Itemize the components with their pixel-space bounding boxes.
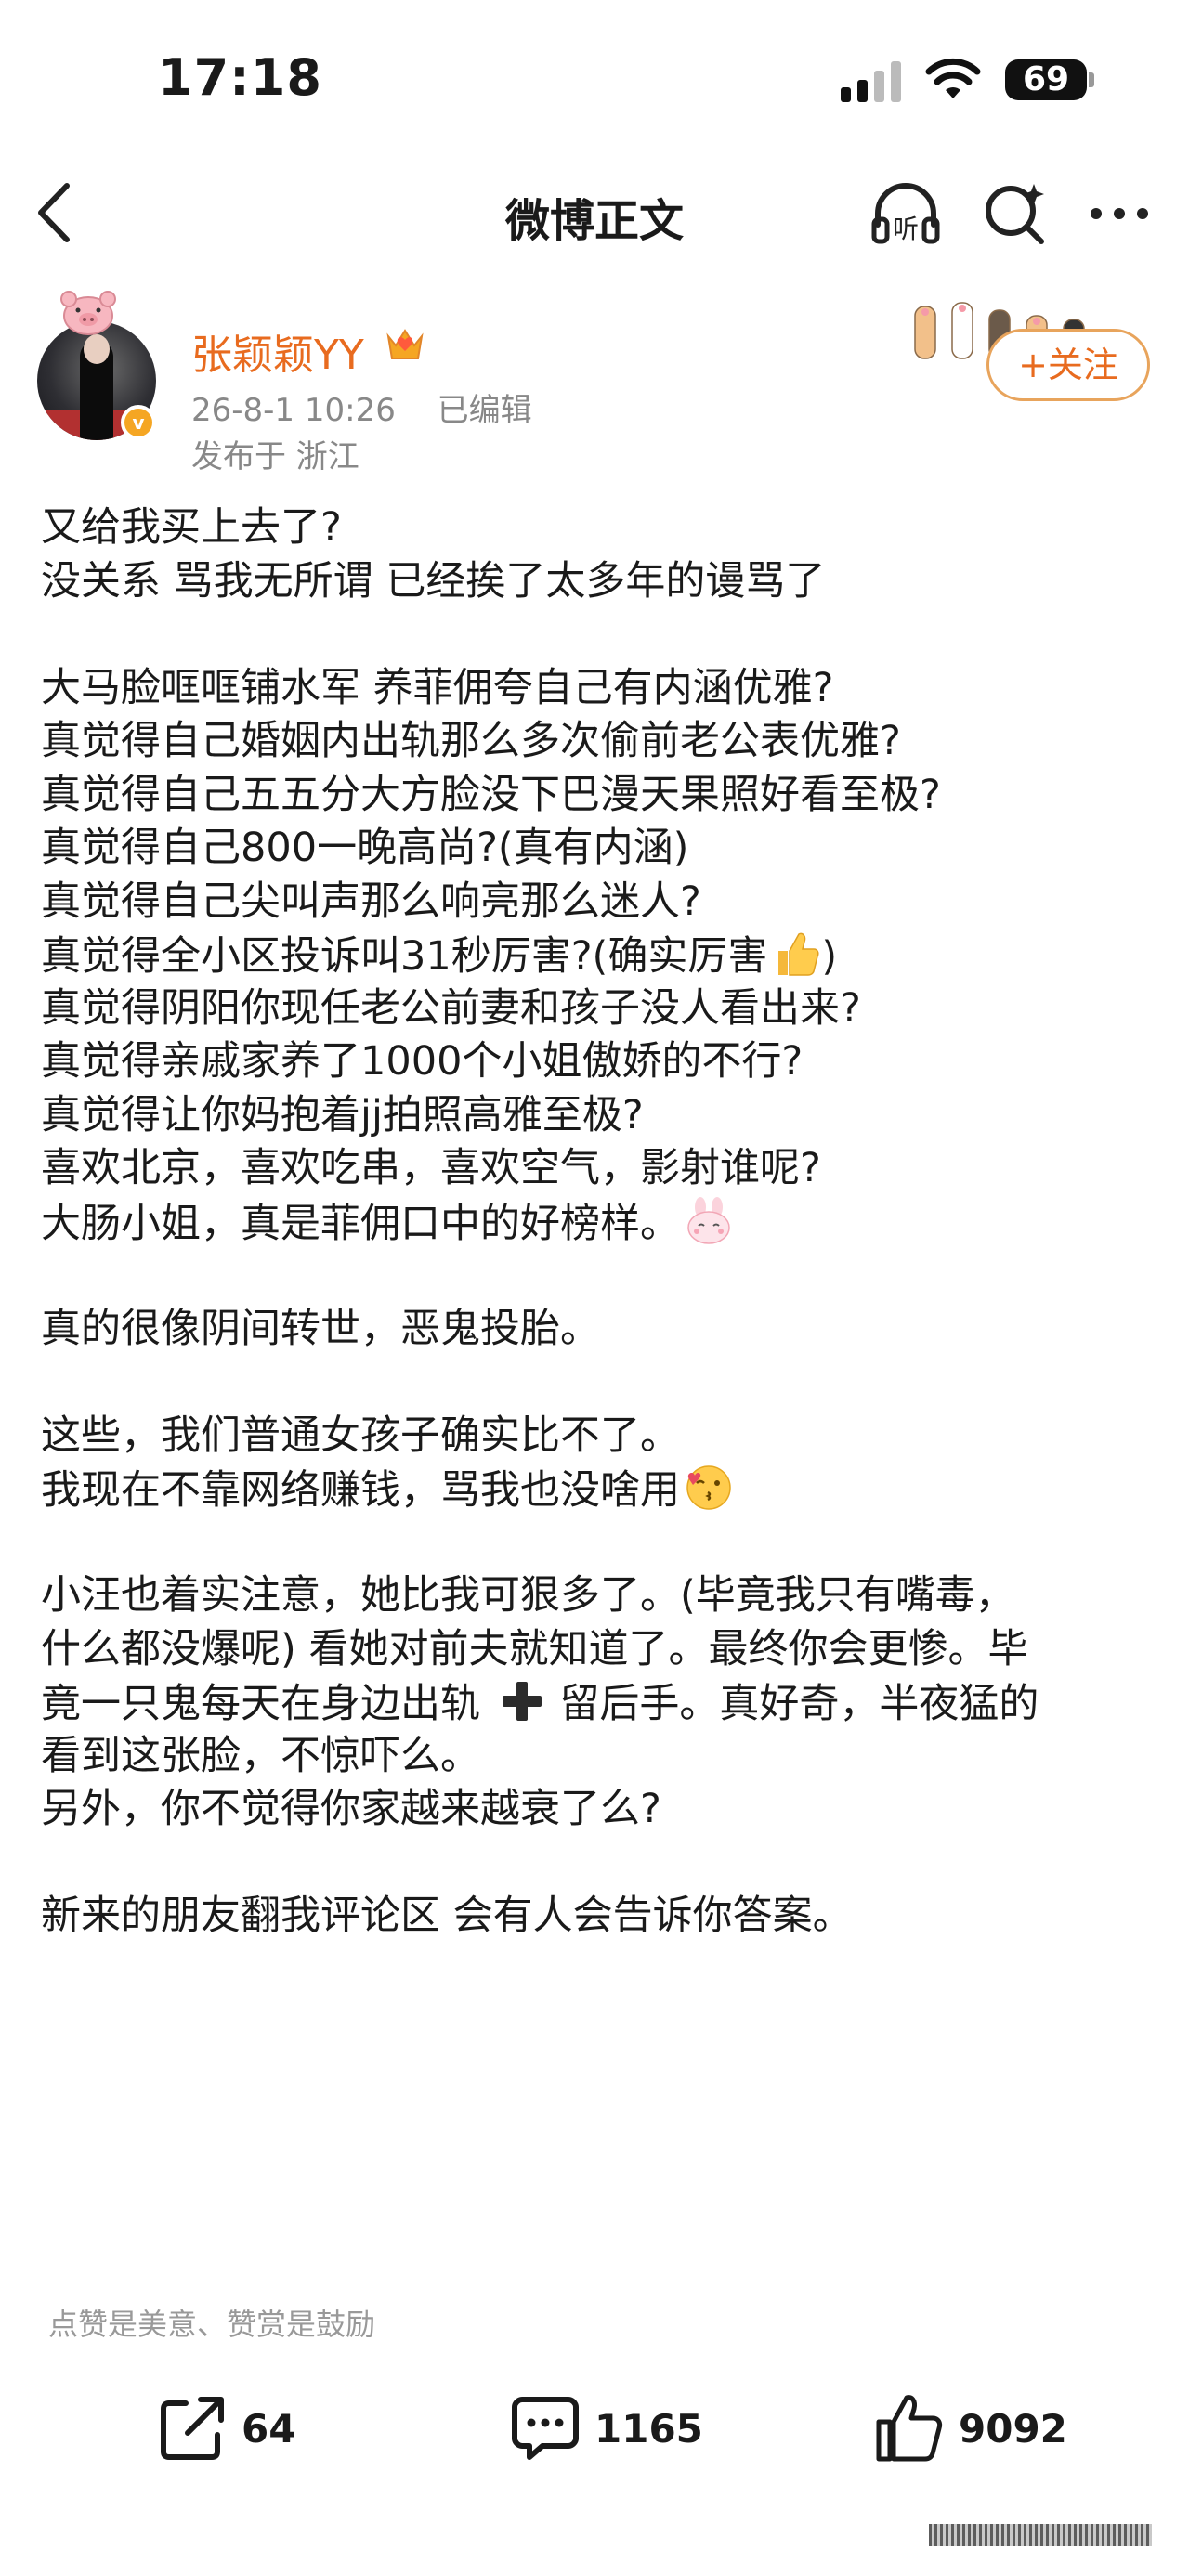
status-time: 17:18 (158, 48, 322, 107)
post-line: 没关系 骂我无所谓 已经挨了太多年的谩骂了 (41, 557, 826, 605)
post-line: 这些，我们普通女孩子确实比不了。 (41, 1412, 680, 1459)
heavy-plus-emoji-icon (502, 1682, 542, 1721)
repost-button[interactable]: 64 (156, 2387, 295, 2470)
battery-cap (1089, 72, 1094, 87)
post-line: 又给我买上去了? (41, 504, 342, 551)
post-line-text: 竟一只鬼每天在身边出轨 (41, 1681, 480, 1727)
reward-note: 点赞是美意、赞赏是鼓励 (48, 2307, 376, 2342)
post-location: 发布于 浙江 (191, 438, 359, 475)
verified-badge-icon: v (121, 405, 156, 440)
post-line: 小汪也着实注意，她比我可狠多了。(毕竟我只有嘴毒， (41, 1572, 1015, 1619)
post-meta: 26-8-1 10:26 已编辑 (191, 384, 564, 430)
post-line: 新来的朋友翻我评论区 会有人会告诉你答案。 (41, 1893, 853, 1939)
comment-button[interactable]: 1165 (509, 2387, 703, 2470)
follow-button[interactable]: +关注 (986, 329, 1150, 401)
wifi-icon (925, 58, 981, 98)
comment-icon (512, 2397, 579, 2460)
post-line: 另外，你不觉得你家越来越衰了么? (41, 1786, 661, 1832)
post-line: 真觉得自己尖叫声那么响亮那么迷人? (41, 878, 701, 925)
vip-crown-badge-icon (386, 329, 424, 359)
post-line-with-emoji: 大肠小姐，真是菲佣口中的好榜样。 (41, 1196, 1156, 1250)
post-line-with-emoji: 竟一只鬼每天在身边出轨 留后手。真好奇，半夜猛的 (41, 1676, 1156, 1730)
like-button[interactable]: 9092 (873, 2387, 1067, 2470)
thumbs-up-icon (876, 2395, 943, 2462)
post-line: 真觉得自己五五分大方脸没下巴漫天果照好看至极? (41, 771, 941, 818)
comment-count: 1165 (594, 2405, 703, 2452)
post-line-text: 真觉得全小区投诉叫31秒厉害?(确实厉害 (41, 933, 768, 980)
action-bar: 64 1165 9092 (0, 2359, 1189, 2507)
more-dots-icon[interactable] (1087, 195, 1152, 232)
watermark-strip (929, 2524, 1152, 2546)
bunny-emoji-icon (687, 1196, 730, 1244)
post-line: 喜欢北京，喜欢吃串，喜欢空气，影射谁呢? (41, 1145, 821, 1191)
svg-text:听: 听 (893, 214, 919, 244)
author-header: v 张颖颖YY 26-8-1 10:26 已编辑 发布于 浙江 +关注 (0, 288, 1189, 475)
post-line: 真的很像阴间转世，恶鬼投胎。 (41, 1305, 600, 1352)
post-line: 真觉得自己婚姻内出轨那么多次偷前老公表优雅? (41, 718, 901, 764)
post-line: 看到这张脸，不惊吓么。 (41, 1732, 480, 1779)
post-line: 真觉得让你妈抱着jj拍照高雅至极? (41, 1091, 644, 1138)
repost-count: 64 (242, 2405, 296, 2452)
author-name[interactable]: 张颖颖YY (191, 321, 364, 381)
post-line-text-suffix: ) (821, 933, 838, 980)
post-line-text: 我现在不靠网络赚钱，骂我也没啥用 (41, 1467, 680, 1514)
post-body: 又给我买上去了? 没关系 骂我无所谓 已经挨了太多年的谩骂了 大马脸哐哐铺水军 … (41, 501, 1156, 1944)
post-line: 什么都没爆呢) 看她对前夫就知道了。最终你会更惨。毕 (41, 1625, 1028, 1672)
signal-icon (841, 61, 906, 102)
post-line: 大马脸哐哐铺水军 养菲佣夸自己有内涵优雅? (41, 664, 834, 711)
post-line-with-emoji: 我现在不靠网络赚钱，骂我也没啥用 (41, 1463, 1156, 1516)
search-icon[interactable] (980, 178, 1050, 248)
post-line: 真觉得自己800一晚高尚?(真有内涵) (41, 825, 689, 871)
post-line-text-suffix: 留后手。真好奇，半夜猛的 (559, 1681, 1039, 1727)
battery-indicator: 69 (1005, 59, 1087, 100)
pig-ornament-icon (60, 291, 116, 335)
edited-label: 已编辑 (437, 392, 532, 429)
post-line: 真觉得阴阳你现任老公前妻和孩子没人看出来? (41, 984, 861, 1032)
post-line-with-emoji: 真觉得全小区投诉叫31秒厉害?(确实厉害) (41, 929, 1156, 982)
post-line: 真觉得亲戚家养了1000个小姐傲娇的不行? (41, 1038, 804, 1085)
post-date: 26-8-1 10:26 (191, 392, 396, 429)
like-count: 9092 (959, 2405, 1067, 2452)
kiss-face-emoji-icon (686, 1465, 731, 1510)
post-line-text: 大肠小姐，真是菲佣口中的好榜样。 (41, 1200, 680, 1247)
status-bar: 17:18 69 (0, 0, 1189, 139)
nav-bar: 微博正文 听 (0, 158, 1189, 269)
headphones-listen-icon[interactable]: 听 (869, 176, 943, 251)
thumbs-up-emoji-icon (778, 932, 819, 976)
share-icon (161, 2397, 224, 2460)
